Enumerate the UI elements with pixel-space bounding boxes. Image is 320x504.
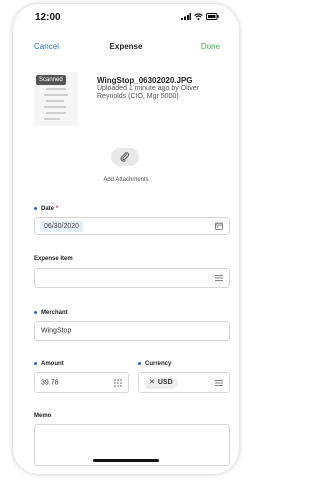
receipt-line xyxy=(46,100,64,102)
receipt-line xyxy=(44,106,66,108)
expense-item-label: Expense Item xyxy=(34,256,73,262)
home-indicator[interactable] xyxy=(93,459,159,462)
list-icon[interactable] xyxy=(215,275,223,282)
expense-item-field[interactable] xyxy=(34,268,230,288)
merchant-input[interactable]: WingStop xyxy=(34,321,230,341)
date-value: 06/30/2020 xyxy=(40,221,84,232)
required-dot xyxy=(34,361,37,365)
amount-value: 39.78 xyxy=(41,379,59,386)
phone-frame: 12:00 Expense Cancel Done Scanned WingSt… xyxy=(13,4,239,474)
paperclip-icon xyxy=(120,152,130,162)
currency-label: Currency xyxy=(138,361,171,367)
memo-label: Memo xyxy=(34,413,52,419)
receipt-line xyxy=(46,112,66,114)
date-field[interactable]: 06/30/2020 xyxy=(34,217,230,235)
add-attachments-label: Add Attachments xyxy=(103,177,149,183)
nav-header: Expense Cancel Done xyxy=(13,42,239,58)
scanned-badge: Scanned xyxy=(36,75,66,85)
required-dot xyxy=(34,310,37,314)
currency-chip: ✕ USD xyxy=(144,377,178,389)
battery-icon xyxy=(206,13,219,20)
currency-field[interactable]: ✕ USD xyxy=(138,372,230,393)
receipt-line xyxy=(44,94,68,96)
amount-label-text: Amount xyxy=(41,361,64,367)
remove-currency-icon[interactable]: ✕ xyxy=(149,379,155,386)
wifi-icon xyxy=(194,13,203,20)
required-dot xyxy=(34,206,37,210)
merchant-value: WingStop xyxy=(41,327,72,335)
receipt-filename: WingStop_06302020.JPG xyxy=(97,76,193,85)
date-label: Date * xyxy=(34,206,58,212)
required-asterisk: * xyxy=(55,206,59,212)
currency-value: USD xyxy=(157,379,173,386)
required-dot xyxy=(138,361,141,365)
done-button[interactable]: Done xyxy=(201,42,220,51)
status-bar: 12:00 xyxy=(13,4,239,26)
status-time: 12:00 xyxy=(35,12,61,23)
currency-label-text: Currency xyxy=(145,361,172,367)
merchant-label: Merchant xyxy=(34,310,68,316)
receipt-line xyxy=(44,118,60,120)
receipt-line xyxy=(46,88,66,90)
list-icon[interactable] xyxy=(215,379,223,386)
signal-icon xyxy=(181,13,191,20)
merchant-label-text: Merchant xyxy=(41,310,68,316)
calculator-icon[interactable] xyxy=(114,378,122,387)
system-icons xyxy=(181,13,219,20)
amount-label: Amount xyxy=(34,361,64,367)
date-label-text: Date xyxy=(41,206,55,212)
calendar-icon[interactable] xyxy=(215,222,223,230)
add-attachment-button[interactable] xyxy=(111,148,139,166)
cancel-button[interactable]: Cancel xyxy=(34,42,59,51)
amount-input[interactable]: 39.78 xyxy=(34,372,129,393)
receipt-upload-meta: Uploaded 1 minute ago by Oliver Reynolds… xyxy=(97,85,199,100)
receipt-thumbnail[interactable]: Scanned xyxy=(34,72,78,126)
